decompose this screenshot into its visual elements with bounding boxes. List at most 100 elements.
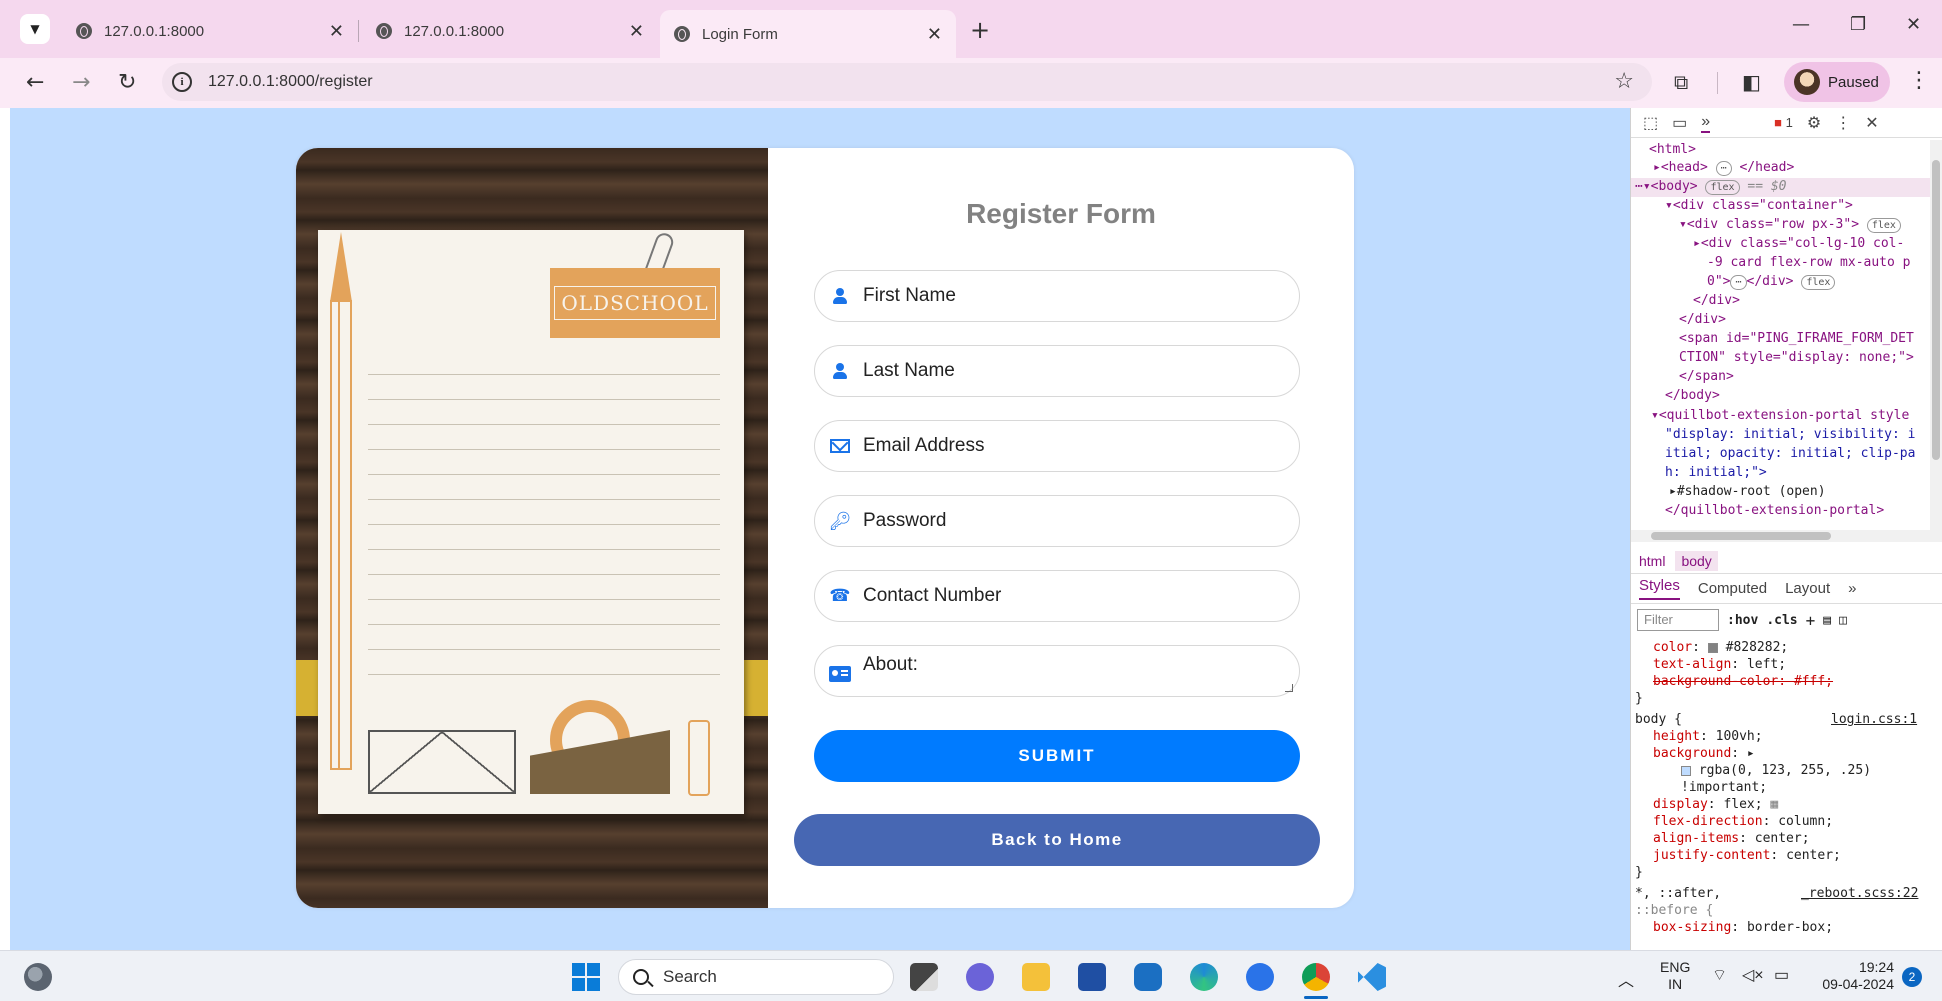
css-source-link[interactable]: _reboot.scss:22	[1801, 886, 1918, 901]
more-options-icon[interactable]: ⋮	[1835, 113, 1851, 133]
wifi-icon[interactable]: ⌔	[1712, 965, 1727, 985]
toggle-sidebar-icon[interactable]: ◫	[1839, 613, 1847, 628]
microsoft-store-icon[interactable]	[1078, 963, 1106, 991]
submit-button[interactable]: SUBMIT	[814, 730, 1300, 782]
tab-layout[interactable]: Layout	[1785, 580, 1830, 597]
dom-node[interactable]: ▾<quillbot-extension-portal style	[1651, 408, 1909, 423]
crumb-html[interactable]: html	[1639, 553, 1665, 569]
browser-menu-icon[interactable]: ⋮	[1908, 68, 1930, 93]
dom-node[interactable]: "display: initial; visibility: i	[1665, 427, 1915, 442]
profile-button[interactable]: Paused	[1784, 62, 1890, 102]
crumb-body[interactable]: body	[1675, 550, 1718, 571]
new-tab-button[interactable]: +	[970, 16, 990, 44]
css-value[interactable]: rgba(0, 123, 255, .25)	[1681, 763, 1871, 778]
email-input[interactable]: Email Address	[814, 420, 1300, 472]
css-declaration[interactable]: justify-content: center;	[1653, 848, 1841, 863]
css-declaration[interactable]: flex-direction: column;	[1653, 814, 1833, 829]
inspect-element-icon[interactable]: ⬚	[1643, 113, 1658, 133]
dom-node[interactable]: ▸<div class="col-lg-10 col-	[1693, 236, 1904, 251]
tab-close-icon[interactable]: ✕	[629, 21, 644, 42]
css-source-link[interactable]: login.css:1	[1831, 712, 1917, 727]
tab-computed[interactable]: Computed	[1698, 580, 1767, 597]
tab-2[interactable]: 127.0.0.1:8000 ✕	[362, 12, 658, 50]
device-toolbar-icon[interactable]: ▭	[1672, 113, 1687, 133]
dom-node[interactable]: </span>	[1679, 369, 1734, 384]
css-declaration[interactable]: height: 100vh;	[1653, 729, 1763, 744]
windows-start-icon[interactable]	[572, 963, 600, 991]
dom-tree-hscrollbar[interactable]	[1631, 530, 1942, 542]
bookmark-star-icon[interactable]: ☆	[1614, 69, 1634, 94]
dom-node[interactable]: h: initial;">	[1665, 465, 1767, 480]
dom-node[interactable]: </div>	[1693, 293, 1740, 308]
hov-toggle[interactable]: :hov	[1727, 613, 1758, 628]
taskbar-search[interactable]: Search	[618, 959, 894, 995]
css-declaration[interactable]: text-align: left;	[1653, 657, 1786, 672]
battery-icon[interactable]: ▭	[1774, 965, 1789, 985]
clock[interactable]: 19:24 09-04-2024	[1812, 959, 1894, 993]
minimize-button[interactable]: —	[1792, 14, 1810, 35]
back-arrow-icon[interactable]: ←	[26, 70, 44, 95]
contact-number-input[interactable]: ☎ Contact Number	[814, 570, 1300, 622]
more-tabs-icon[interactable]: »	[1848, 580, 1856, 597]
add-rule-icon[interactable]: +	[1806, 611, 1816, 630]
more-panels-icon[interactable]: »	[1701, 113, 1711, 133]
tab-1[interactable]: 127.0.0.1:8000 ✕	[62, 12, 358, 50]
dom-node[interactable]: <span id="PING_IFRAME_FORM_DET	[1679, 331, 1914, 346]
tab-search-button[interactable]: ▼	[20, 14, 50, 44]
dom-node[interactable]: ▸#shadow-root (open)	[1669, 484, 1826, 499]
close-window-button[interactable]: ✕	[1906, 14, 1921, 35]
resize-handle[interactable]	[1285, 684, 1293, 692]
css-selector[interactable]: ::before {	[1635, 903, 1713, 918]
css-selector[interactable]: *, ::after,	[1635, 886, 1721, 901]
styles-filter-input[interactable]: Filter	[1637, 609, 1719, 631]
dom-node[interactable]: </quillbot-extension-portal>	[1665, 503, 1884, 518]
dom-node[interactable]: <html>	[1649, 142, 1696, 157]
dom-node[interactable]: </div>	[1679, 312, 1726, 327]
forward-arrow-icon[interactable]: →	[72, 70, 90, 95]
reload-icon[interactable]: ↻	[118, 70, 136, 95]
site-info-icon[interactable]: i	[172, 72, 192, 92]
back-to-home-button[interactable]: Back to Home	[794, 814, 1320, 866]
dom-node[interactable]: -9 card flex-row mx-auto p	[1707, 255, 1911, 270]
tab-close-icon[interactable]: ✕	[329, 21, 344, 42]
restore-button[interactable]: ❐	[1850, 14, 1866, 35]
dom-node[interactable]: CTION" style="display: none;">	[1679, 350, 1914, 365]
issues-badge[interactable]: ■ 1	[1774, 115, 1793, 130]
side-panel-icon[interactable]: ◧	[1742, 70, 1761, 94]
teams-chat-icon[interactable]	[966, 963, 994, 991]
task-view-icon[interactable]	[910, 963, 938, 991]
css-declaration[interactable]: display: flex; ▦	[1653, 797, 1778, 812]
close-devtools-icon[interactable]: ✕	[1865, 113, 1878, 133]
dom-tree[interactable]: <html> ▸<head> ⋯ </head> ⋯▾<body> flex =…	[1631, 140, 1931, 530]
about-textarea[interactable]: About:	[814, 645, 1300, 697]
paint-icon[interactable]: ▤	[1823, 613, 1831, 628]
dom-node[interactable]: ▾<div class="row px-3"> flex	[1679, 217, 1901, 233]
media-player-icon[interactable]	[1246, 963, 1274, 991]
tab-3-active[interactable]: Login Form ✕	[660, 10, 956, 58]
cls-toggle[interactable]: .cls	[1766, 613, 1797, 628]
language-indicator[interactable]: ENG IN	[1660, 959, 1690, 993]
edge-browser-icon[interactable]	[1190, 963, 1218, 991]
settings-gear-icon[interactable]: ⚙	[1807, 113, 1821, 133]
first-name-input[interactable]: First Name	[814, 270, 1300, 322]
tab-styles[interactable]: Styles	[1639, 577, 1680, 600]
css-declaration-overridden[interactable]: background-color: #fff;	[1653, 674, 1833, 689]
extensions-puzzle-icon[interactable]: ⧉	[1674, 70, 1688, 94]
dom-node[interactable]: ▾<div class="container">	[1665, 198, 1853, 213]
css-declaration[interactable]: color: #828282;	[1653, 640, 1788, 655]
css-declaration[interactable]: box-sizing: border-box;	[1653, 920, 1833, 935]
dom-node[interactable]: 0"> ⋯ </div> flex	[1707, 274, 1836, 290]
weather-widget-icon[interactable]	[24, 963, 52, 991]
dom-node[interactable]: </body>	[1665, 388, 1720, 403]
css-declaration[interactable]: align-items: center;	[1653, 831, 1810, 846]
dell-icon[interactable]	[1134, 963, 1162, 991]
vscode-icon[interactable]	[1358, 963, 1386, 991]
dom-tree-scrollbar[interactable]	[1930, 140, 1942, 530]
url-text[interactable]: 127.0.0.1:8000/register	[208, 73, 373, 91]
chrome-icon[interactable]	[1302, 963, 1330, 991]
tray-overflow-icon[interactable]: ︿	[1618, 967, 1634, 991]
css-selector[interactable]: body {	[1635, 712, 1682, 727]
volume-muted-icon[interactable]: ◁×	[1742, 965, 1764, 985]
file-explorer-icon[interactable]	[1022, 963, 1050, 991]
css-declaration[interactable]: background: ▸	[1653, 746, 1755, 761]
